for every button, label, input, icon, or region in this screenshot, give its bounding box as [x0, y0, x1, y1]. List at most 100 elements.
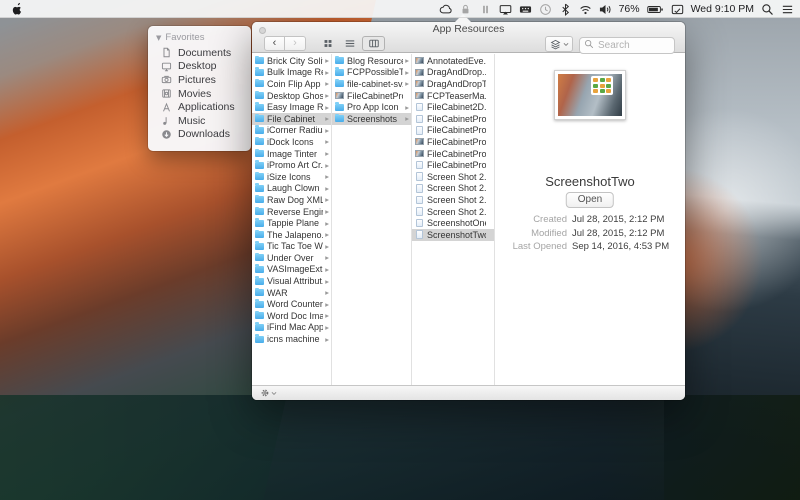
spotlight-search-icon[interactable] [761, 3, 774, 16]
navigation-buttons: ‹ › [264, 36, 306, 51]
file-row[interactable]: DragAndDropT... ▸ [412, 78, 494, 90]
file-name: The Jalapeno... [267, 230, 323, 240]
sidebar-item-desktop[interactable]: Desktop [148, 60, 251, 74]
file-row[interactable]: Screen Shot 2... ▸ [412, 183, 494, 195]
file-row[interactable]: WAR ▸ [252, 287, 331, 299]
file-row[interactable]: file-cabinet-sv... ▸ [332, 78, 411, 90]
status-icon[interactable] [539, 3, 552, 16]
status-icon[interactable] [579, 3, 592, 16]
open-button[interactable]: Open [566, 192, 614, 208]
file-row[interactable]: Under Over ▸ [252, 252, 331, 264]
file-row[interactable]: Screen Shot 2... ▸ [412, 171, 494, 183]
file-row[interactable]: The Jalapeno... ▸ [252, 229, 331, 241]
file-row[interactable]: FileCabinet2D... ▸ [412, 101, 494, 113]
file-icon [415, 69, 424, 76]
preview-thumbnail[interactable] [554, 70, 626, 120]
file-row[interactable]: Visual Attribut... ▸ [252, 275, 331, 287]
file-row[interactable]: iSize Icons ▸ [252, 171, 331, 183]
file-row[interactable]: FileCabinetPro... ▸ [412, 159, 494, 171]
file-row[interactable]: Easy Image Re... ▸ [252, 101, 331, 113]
file-row[interactable]: Tappie Plane ▸ [252, 217, 331, 229]
file-row[interactable]: iPromo Art Cr... ▸ [252, 159, 331, 171]
file-row[interactable]: Brick City Solit... ▸ [252, 55, 331, 67]
status-icon[interactable] [459, 3, 472, 16]
window-control-dot[interactable] [259, 27, 266, 34]
file-row[interactable]: icns machine ▸ [252, 333, 331, 345]
chevron-right-icon: ▸ [323, 172, 329, 181]
file-row[interactable]: Screen Shot 2... ▸ [412, 194, 494, 206]
file-icon [255, 80, 264, 87]
file-row[interactable]: Reverse Engin... ▸ [252, 206, 331, 218]
favorites-header[interactable]: ▼ Favorites [148, 26, 251, 46]
file-row[interactable]: ScreenshotOne ▸ [412, 217, 494, 229]
file-row[interactable]: File Cabinet ▸ [252, 113, 331, 125]
file-row[interactable]: Word Doc Ima... ▸ [252, 310, 331, 322]
file-row[interactable]: FileCabinetPro... ▸ [412, 113, 494, 125]
file-row[interactable]: FileCabinetPro... ▸ [332, 90, 411, 102]
file-row[interactable]: ScreenshotTwo ▸ [412, 229, 494, 241]
file-row[interactable]: Raw Dog XML... ▸ [252, 194, 331, 206]
sidebar-item-icon [161, 74, 172, 85]
battery-icon[interactable] [647, 3, 664, 16]
file-name: VASImageExtr... [267, 264, 323, 274]
sidebar-item-pictures[interactable]: Pictures [148, 73, 251, 87]
file-row[interactable]: FileCabinetPro... ▸ [412, 148, 494, 160]
sidebar-item-applications[interactable]: Applications [148, 100, 251, 114]
file-row[interactable]: DragAndDrop... ▸ [412, 67, 494, 79]
apple-menu-icon[interactable] [12, 2, 23, 15]
file-name: Screen Shot 2... [427, 207, 486, 217]
sidebar-item-music[interactable]: Music [148, 114, 251, 128]
status-icon[interactable] [479, 3, 492, 16]
file-row[interactable]: FileCabinetPro... ▸ [412, 136, 494, 148]
file-icon [255, 57, 264, 64]
column-view-button[interactable] [362, 36, 385, 51]
file-row[interactable]: FileCabinetPro... ▸ [412, 125, 494, 137]
file-icon [255, 254, 264, 261]
file-name: Bulk Image Re... [267, 67, 323, 77]
preview-pane: ScreenshotTwo Open Created Jul 28, 2015,… [495, 54, 685, 385]
file-row[interactable]: Pro App Icon ▸ [332, 101, 411, 113]
list-view-button[interactable] [340, 36, 359, 51]
menu-bar: 76% Wed 9:10 PM [0, 0, 800, 18]
file-row[interactable]: Bulk Image Re... ▸ [252, 67, 331, 79]
status-icon[interactable] [439, 3, 452, 16]
sidebar-item-icon [161, 115, 172, 126]
menu-bar-clock[interactable]: Wed 9:10 PM [691, 3, 754, 15]
disclosure-triangle-icon[interactable]: ▼ [156, 34, 161, 42]
file-row[interactable]: iCorner Radius ▸ [252, 125, 331, 137]
file-row[interactable]: FCPPossibleTe... ▸ [332, 67, 411, 79]
sidebar-item-downloads[interactable]: Downloads [148, 128, 251, 142]
file-icon [255, 220, 264, 227]
sidebar-item-documents[interactable]: Documents [148, 46, 251, 60]
file-row[interactable]: VASImageExtr... ▸ [252, 264, 331, 276]
file-icon [255, 196, 264, 203]
arrange-button[interactable] [545, 36, 573, 52]
file-row[interactable]: Image Tinter ▸ [252, 148, 331, 160]
icon-view-button[interactable] [318, 36, 337, 51]
file-row[interactable]: Screenshots ▸ [332, 113, 411, 125]
file-row[interactable]: AnnotatedEve... ▸ [412, 55, 494, 67]
file-row[interactable]: Word Counter... ▸ [252, 298, 331, 310]
sidebar-item-movies[interactable]: Movies [148, 87, 251, 101]
file-row[interactable]: FCPTeaserMa... ▸ [412, 90, 494, 102]
file-row[interactable]: Screen Shot 2... ▸ [412, 206, 494, 218]
file-row[interactable]: iDock Icons ▸ [252, 136, 331, 148]
notification-center-icon[interactable] [781, 3, 794, 16]
status-icon[interactable] [499, 3, 512, 16]
status-icon[interactable] [519, 3, 532, 16]
status-icon[interactable] [599, 3, 612, 16]
file-name: Reverse Engin... [267, 207, 323, 217]
file-row[interactable]: Coin Flip App ▸ [252, 78, 331, 90]
file-row[interactable]: Blog Resources ▸ [332, 55, 411, 67]
action-gear-button[interactable] [260, 388, 277, 398]
menu-bar-menus [29, 0, 155, 17]
file-row[interactable]: Desktop Ghost ▸ [252, 90, 331, 102]
app-window-icon[interactable] [671, 3, 684, 16]
status-icon[interactable] [559, 3, 572, 16]
file-row[interactable]: Tic Tac Toe W... ▸ [252, 241, 331, 253]
back-button[interactable]: ‹ [264, 36, 285, 51]
file-icon [255, 173, 264, 180]
forward-button[interactable]: › [285, 36, 306, 51]
file-row[interactable]: Laugh Clown ▸ [252, 183, 331, 195]
file-row[interactable]: iFind Mac Apps ▸ [252, 322, 331, 334]
